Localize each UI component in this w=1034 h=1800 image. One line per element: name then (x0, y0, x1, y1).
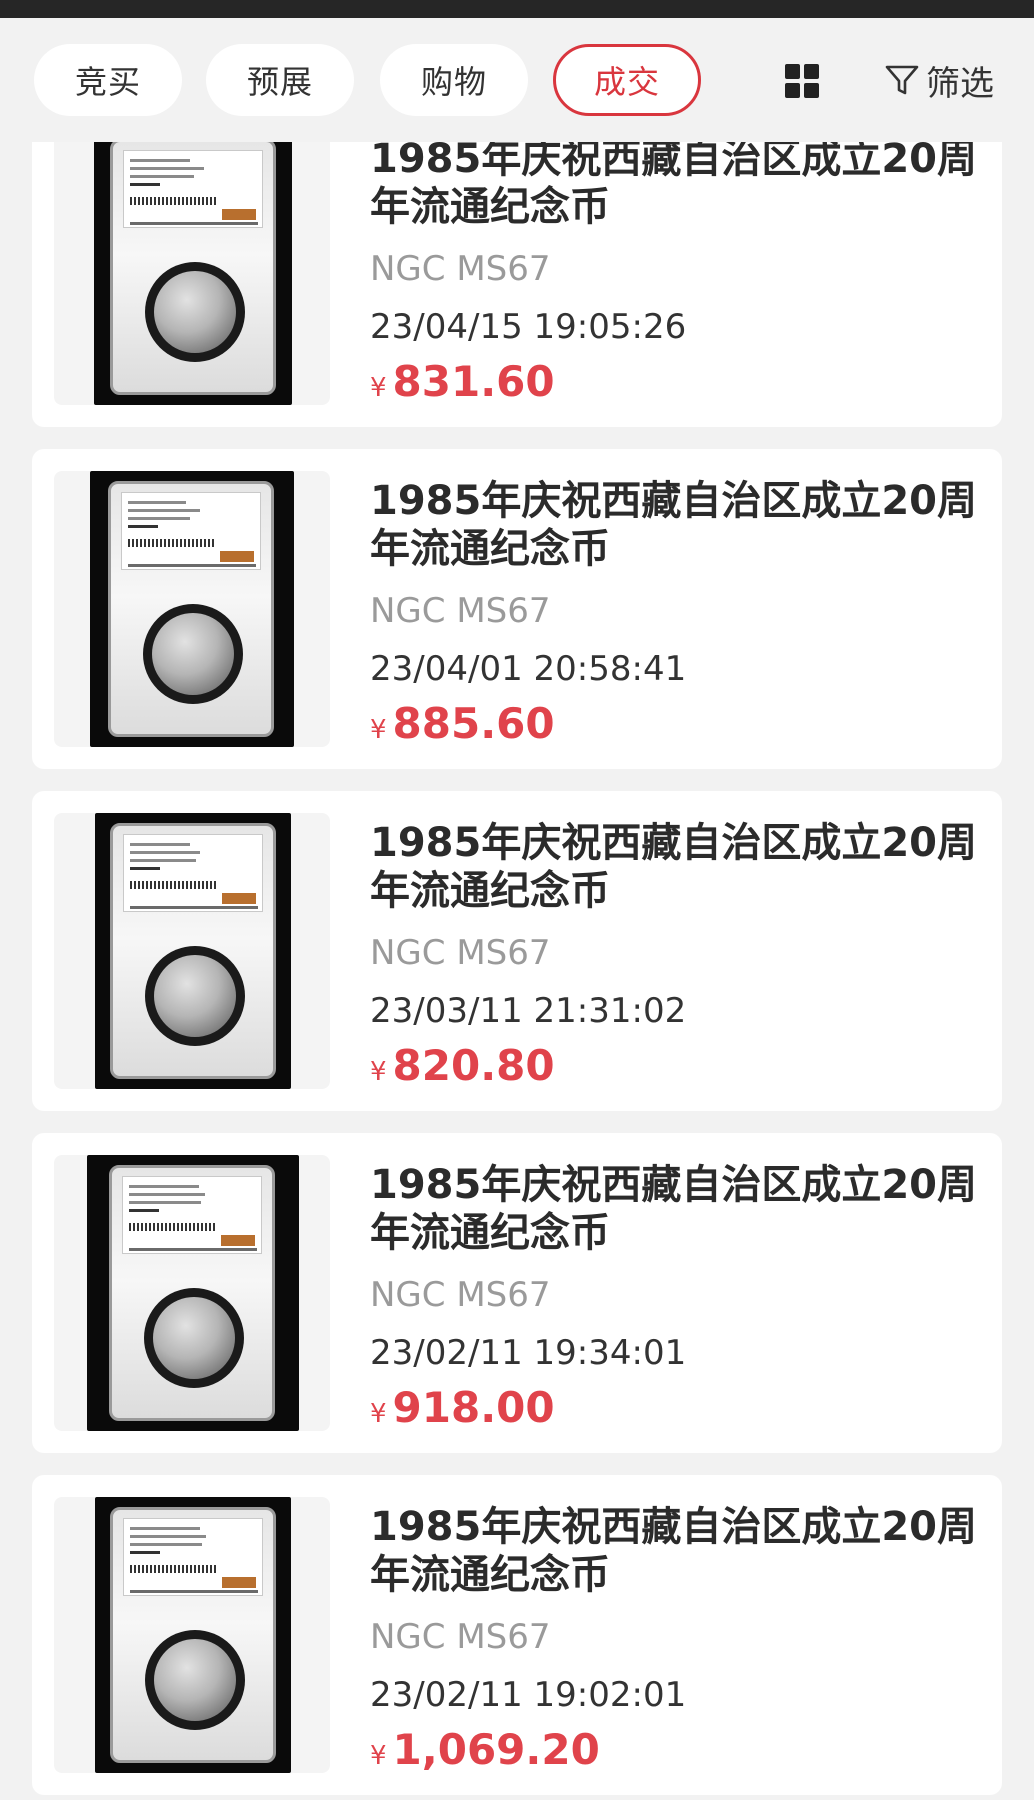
currency-symbol: ¥ (370, 1741, 387, 1771)
item-title[interactable]: 1985年庆祝西藏自治区成立20周年流通纪念币 (370, 142, 980, 231)
coin-slab-image (109, 1165, 275, 1421)
price-amount: 831.60 (392, 357, 555, 406)
status-bar (0, 0, 1034, 18)
item-title[interactable]: 1985年庆祝西藏自治区成立20周年流通纪念币 (370, 477, 980, 573)
item-grade: NGC MS67 (370, 1275, 551, 1315)
item-deal-time: 23/02/11 19:34:01 (370, 1333, 687, 1373)
list-item[interactable]: 1985年庆祝西藏自治区成立20周年流通纪念币 NGC MS67 23/04/1… (32, 142, 1002, 427)
tab-deal-completed[interactable]: 成交 (553, 44, 701, 116)
item-price: ¥ 820.80 (370, 1041, 555, 1090)
item-price: ¥ 831.60 (370, 357, 555, 406)
coin-slab-image (108, 481, 274, 737)
tab-shopping[interactable]: 购物 (380, 44, 528, 116)
coin-slab-image (110, 823, 276, 1079)
item-grade: NGC MS67 (370, 591, 551, 631)
currency-symbol: ¥ (370, 1057, 387, 1087)
item-grade: NGC MS67 (370, 249, 551, 289)
coin-slab-image (110, 142, 276, 395)
price-amount: 885.60 (392, 699, 555, 748)
tab-preview[interactable]: 预展 (206, 44, 354, 116)
coin-thumbnail[interactable] (90, 471, 294, 747)
filter-tab-bar: 竞买 预展 购物 成交 筛选 (0, 18, 1034, 142)
item-grade: NGC MS67 (370, 1617, 551, 1657)
tab-bidding[interactable]: 竞买 (34, 44, 182, 116)
currency-symbol: ¥ (370, 373, 387, 403)
grid-view-icon[interactable] (785, 64, 819, 98)
coin-thumbnail[interactable] (87, 1155, 299, 1431)
coin-thumbnail[interactable] (94, 142, 292, 405)
list-item[interactable]: 1985年庆祝西藏自治区成立20周年流通纪念币 NGC MS67 23/02/1… (32, 1133, 1002, 1453)
filter-button[interactable]: 筛选 (884, 58, 994, 104)
item-title[interactable]: 1985年庆祝西藏自治区成立20周年流通纪念币 (370, 1503, 980, 1599)
list-item[interactable]: 1985年庆祝西藏自治区成立20周年流通纪念币 NGC MS67 23/03/1… (32, 791, 1002, 1111)
list-item[interactable]: 1985年庆祝西藏自治区成立20周年流通纪念币 NGC MS67 23/02/1… (32, 1475, 1002, 1795)
currency-symbol: ¥ (370, 715, 387, 745)
item-grade: NGC MS67 (370, 933, 551, 973)
price-amount: 820.80 (392, 1041, 555, 1090)
price-amount: 918.00 (392, 1383, 555, 1432)
item-price: ¥ 1,069.20 (370, 1725, 600, 1774)
item-deal-time: 23/04/01 20:58:41 (370, 649, 687, 689)
item-price: ¥ 885.60 (370, 699, 555, 748)
item-deal-time: 23/04/15 19:05:26 (370, 307, 687, 347)
coin-slab-image (110, 1507, 276, 1763)
price-amount: 1,069.20 (392, 1725, 600, 1774)
item-title[interactable]: 1985年庆祝西藏自治区成立20周年流通纪念币 (370, 819, 980, 915)
list-item[interactable]: 1985年庆祝西藏自治区成立20周年流通纪念币 NGC MS67 23/04/0… (32, 449, 1002, 769)
item-deal-time: 23/02/11 19:02:01 (370, 1675, 687, 1715)
coin-thumbnail[interactable] (95, 1497, 291, 1773)
item-deal-time: 23/03/11 21:31:02 (370, 991, 687, 1031)
item-title[interactable]: 1985年庆祝西藏自治区成立20周年流通纪念币 (370, 1161, 980, 1257)
item-price: ¥ 918.00 (370, 1383, 555, 1432)
currency-symbol: ¥ (370, 1399, 387, 1429)
deal-list[interactable]: 1985年庆祝西藏自治区成立20周年流通纪念币 NGC MS67 23/04/1… (0, 142, 1034, 1800)
coin-thumbnail[interactable] (95, 813, 291, 1089)
filter-label: 筛选 (926, 63, 994, 104)
funnel-icon (885, 65, 919, 95)
